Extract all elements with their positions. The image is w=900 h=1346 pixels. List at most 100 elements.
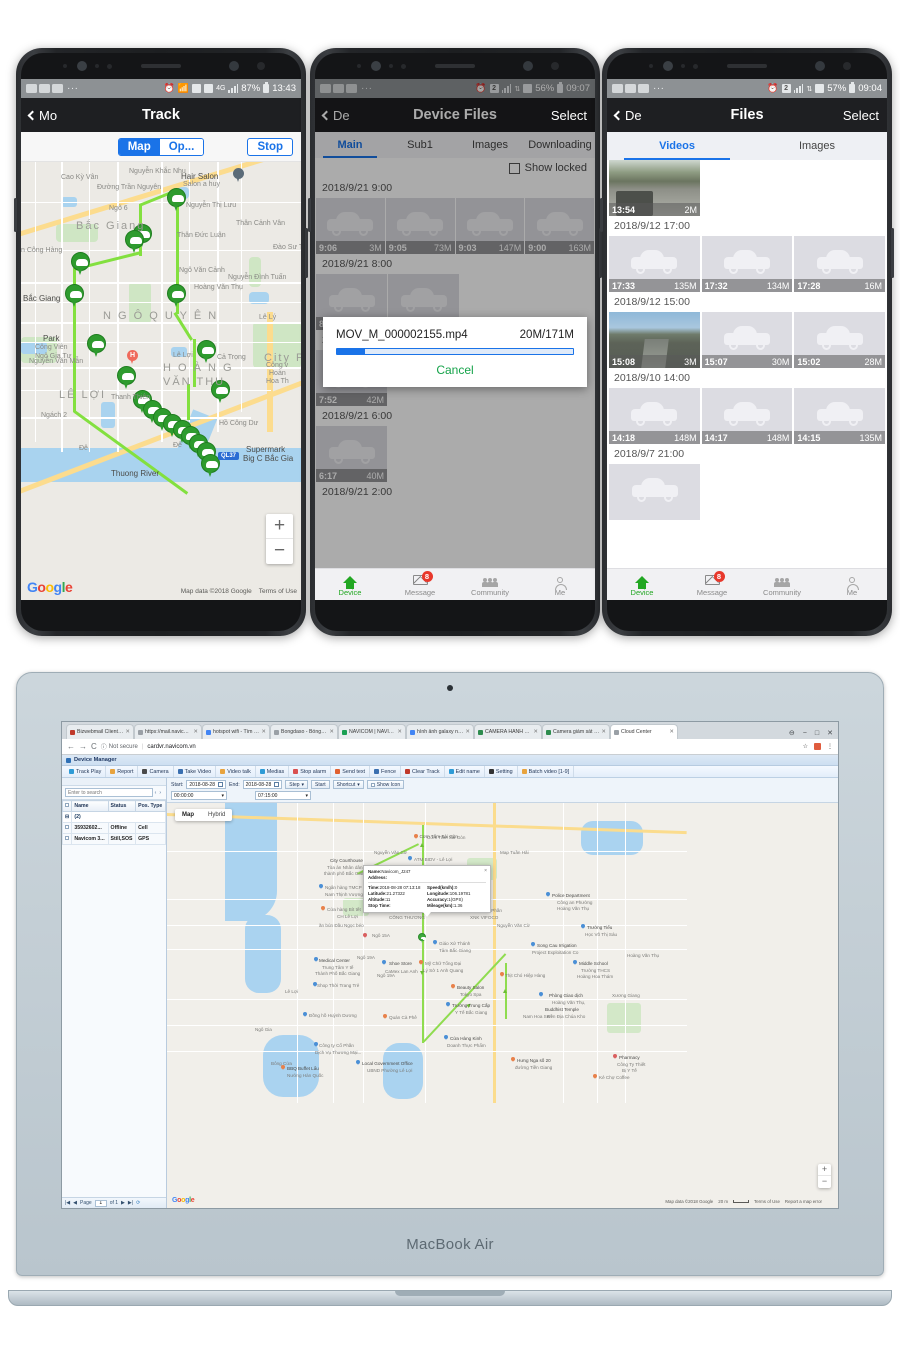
bookmark-star-icon[interactable]: ☆: [803, 743, 808, 750]
map-zoom-controls[interactable]: + −: [818, 1164, 831, 1188]
toolbar-take-video[interactable]: Take Video: [174, 766, 217, 777]
map-poi-marker[interactable]: [539, 992, 543, 997]
zoom-in-button[interactable]: +: [818, 1164, 831, 1176]
toolbar-camera[interactable]: Camera: [138, 766, 174, 777]
phone-power-button[interactable]: [305, 228, 308, 278]
segment-op[interactable]: Op...: [159, 138, 204, 155]
column-header-name[interactable]: Name: [71, 800, 109, 812]
browser-tab[interactable]: Bongdaso - Bóng đá s ✕: [270, 724, 338, 739]
close-tab-icon[interactable]: ✕: [669, 729, 674, 735]
file-thumbnail[interactable]: 14:18 148M: [609, 388, 700, 444]
row-checkbox-cell[interactable]: [62, 833, 73, 845]
taskbar-taskview-icon[interactable]: ❏: [88, 1208, 101, 1209]
download-cancel-button[interactable]: Cancel: [336, 363, 574, 377]
close-tab-icon[interactable]: ✕: [125, 729, 130, 735]
zoom-in-button[interactable]: +: [266, 514, 293, 539]
expand-toggle[interactable]: ⊟: [62, 811, 73, 823]
close-tab-icon[interactable]: ✕: [193, 729, 198, 735]
map-poi-marker[interactable]: [593, 1074, 597, 1079]
file-thumbnail[interactable]: 17:32 134M: [701, 236, 793, 292]
track-marker[interactable]: [125, 230, 144, 255]
taskbar-photos[interactable]: Photos: [262, 1208, 293, 1209]
nav-item-device[interactable]: Device: [607, 569, 677, 600]
select-all-checkbox[interactable]: [65, 803, 69, 807]
browser-tab[interactable]: Cloud Center ✕: [610, 724, 678, 739]
select-button[interactable]: Select: [843, 108, 879, 123]
close-tab-icon[interactable]: ✕: [397, 729, 402, 735]
hospital-marker[interactable]: H: [127, 350, 138, 365]
map-type-hybrid[interactable]: Hybrid: [201, 809, 232, 821]
map-poi-marker[interactable]: [363, 933, 367, 938]
vehicle-marker[interactable]: [418, 933, 426, 943]
browser-tab[interactable]: Bizwebmail Client: Th...✕: [66, 724, 134, 739]
start-date-input[interactable]: 2018-08-28: [186, 780, 226, 789]
map-poi-marker[interactable]: [281, 1065, 285, 1070]
map-poi-marker[interactable]: [433, 940, 437, 945]
search-nav-arrows[interactable]: ‹ ›: [155, 790, 163, 796]
map-poi-marker[interactable]: [500, 972, 504, 977]
map-poi-marker[interactable]: [313, 982, 317, 987]
tab-videos[interactable]: Videos: [607, 132, 747, 160]
forward-arrow-icon[interactable]: →: [79, 742, 87, 751]
next-arrow-icon[interactable]: ›: [159, 790, 161, 796]
calendar-icon-2[interactable]: [274, 782, 280, 787]
file-thumbnail[interactable]: [609, 464, 700, 520]
toolbar-fence[interactable]: Fence: [370, 766, 402, 777]
phone-volume-button[interactable]: [308, 198, 311, 232]
zoom-out-button[interactable]: −: [818, 1176, 831, 1188]
map-type-control[interactable]: Map Hybrid: [175, 809, 233, 821]
map-poi-marker[interactable]: [446, 1002, 450, 1007]
end-time-select[interactable]: 07:15:00 ▾: [255, 791, 311, 800]
profile-icon[interactable]: ⊖: [789, 729, 795, 737]
file-thumbnail[interactable]: 14:17 148M: [701, 388, 793, 444]
start-button[interactable]: Start: [311, 780, 330, 789]
device-search-input[interactable]: [65, 788, 153, 797]
nav-item-me[interactable]: Me: [525, 569, 595, 600]
toolbar-report[interactable]: Report: [106, 766, 139, 777]
browser-tab[interactable]: hình ảnh galaxy note 9✕: [406, 724, 474, 739]
taskbar-cloud-center[interactable]: Cloud Center -...: [183, 1208, 234, 1209]
taskbar-edge-icon[interactable]: [102, 1208, 116, 1209]
browser-tab[interactable]: hotspot wifi - Tìm với G✕: [202, 724, 270, 739]
close-tab-icon[interactable]: ✕: [261, 729, 266, 735]
nav-item-community[interactable]: Community: [747, 569, 817, 600]
device-row[interactable]: Navicom 3... Still,SOS GPS: [62, 833, 166, 845]
calendar-icon[interactable]: [217, 782, 223, 787]
map-poi-marker[interactable]: [314, 957, 318, 962]
close-icon[interactable]: ×: [484, 868, 487, 874]
toolbar-track-play[interactable]: Track Play: [65, 766, 107, 777]
toolbar-send-text[interactable]: Send text: [331, 766, 371, 777]
close-tab-icon[interactable]: ✕: [465, 729, 470, 735]
close-tab-icon[interactable]: ✕: [601, 729, 606, 735]
file-thumbnail[interactable]: 17:28 16M: [794, 236, 886, 292]
nav-item-community[interactable]: Community: [455, 569, 525, 600]
extension-icon[interactable]: [814, 743, 821, 750]
browser-tab[interactable]: NAVICOM | NAVICOM✕: [338, 724, 406, 739]
phone-power-button[interactable]: [891, 228, 894, 278]
toolbar-batch-video-1-9[interactable]: Batch video [1-9]: [518, 766, 575, 777]
map-poi-marker[interactable]: [546, 892, 550, 897]
taskbar-store-icon[interactable]: [169, 1208, 183, 1209]
device-table-body[interactable]: ⊟ (2) 35932602... Offline Cell Navicom 3... St…: [62, 811, 166, 845]
phone-volume-button[interactable]: [14, 198, 17, 232]
poi-marker[interactable]: [233, 168, 244, 183]
maximize-button[interactable]: □: [815, 730, 819, 737]
track-marker[interactable]: [71, 252, 90, 277]
file-groups-list[interactable]: 13:54 2M 2018/9/12 17:00 17:33 135M 17:32 134M…: [607, 160, 887, 520]
back-arrow-icon[interactable]: ←: [67, 742, 75, 751]
toolbar-clear-track[interactable]: Clear Track: [401, 766, 445, 777]
nav-item-device[interactable]: Device: [315, 569, 385, 600]
map-poi-marker[interactable]: [581, 924, 585, 929]
zoom-out-button[interactable]: −: [266, 539, 293, 564]
toolbar-stop-alarm[interactable]: Stop alarm: [289, 766, 332, 777]
file-thumbnail[interactable]: 13:54 2M: [609, 160, 700, 216]
reload-icon[interactable]: C: [91, 742, 97, 751]
file-thumbnail[interactable]: 17:33 135M: [609, 236, 700, 292]
map-poi-marker[interactable]: [383, 1014, 387, 1019]
map-type-map[interactable]: Map: [175, 809, 201, 821]
map-poi-marker[interactable]: Cơm Tấm Sài Gòn: [414, 834, 458, 839]
select-button[interactable]: Select: [551, 108, 587, 123]
track-marker[interactable]: [167, 284, 186, 309]
map-poi-marker[interactable]: [419, 960, 423, 965]
device-row[interactable]: 35932602... Offline Cell: [62, 822, 166, 834]
